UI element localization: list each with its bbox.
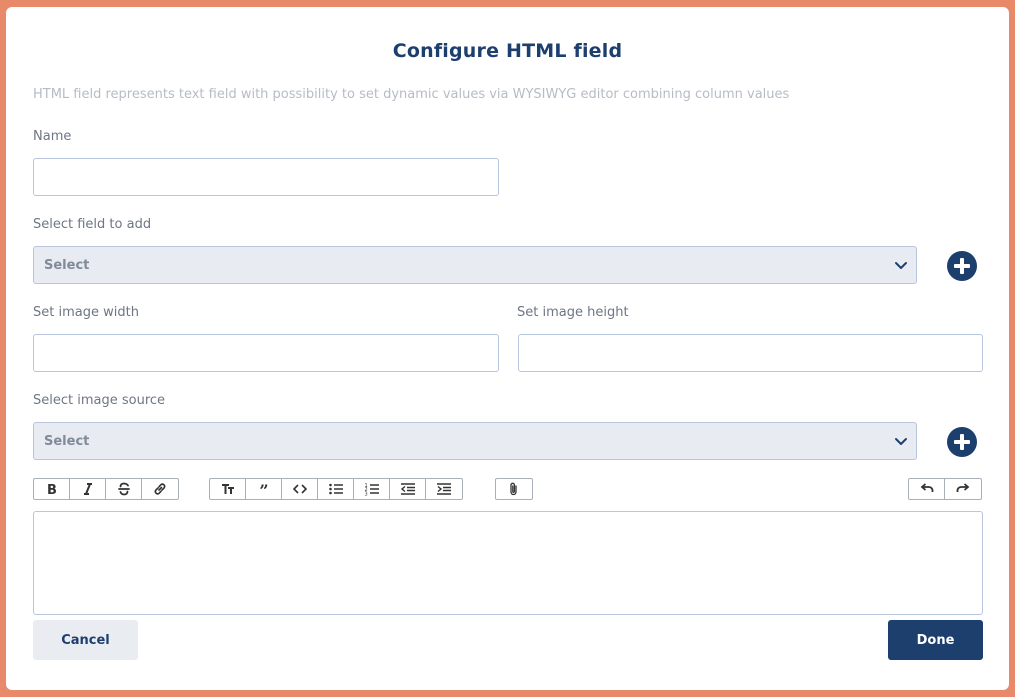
svg-text:”: ” [259,481,268,497]
image-width-input[interactable] [33,334,499,372]
outdent-button[interactable] [390,479,426,499]
attachment-toolbar-group [495,478,533,500]
outdent-icon [400,483,415,495]
select-field-value: Select [44,258,90,273]
indent-button[interactable] [426,479,462,499]
image-source-dropdown[interactable]: Select [33,422,917,460]
name-label: Name [33,129,72,144]
chevron-down-icon [895,262,907,269]
numbered-list-button[interactable]: 1 2 3 [354,479,390,499]
block-toolbar-group: ” 1 2 3 [209,478,463,500]
done-button[interactable]: Done [888,620,983,660]
bold-button[interactable]: B [34,479,70,499]
dialog-description: HTML field represents text field with po… [33,87,790,102]
strikethrough-button[interactable] [106,479,142,499]
svg-text:3: 3 [364,492,367,498]
quote-button[interactable]: ” [246,479,282,499]
text-size-icon [221,484,234,494]
image-source-label: Select image source [33,393,166,408]
html-editor-area[interactable] [33,511,983,615]
chevron-down-icon [895,438,907,445]
attachment-icon [510,482,517,496]
history-toolbar-group [908,478,982,500]
redo-icon [956,483,970,492]
configure-html-field-dialog: Configure HTML field HTML field represen… [6,7,1009,690]
image-height-input[interactable] [518,334,983,372]
select-field-dropdown[interactable]: Select [33,246,917,284]
redo-button[interactable] [945,479,981,499]
numbered-list-icon: 1 2 3 [364,483,379,498]
image-width-label: Set image width [33,305,139,320]
svg-text:B: B [47,483,57,497]
strikethrough-icon [117,482,130,496]
bullet-list-button[interactable] [318,479,354,499]
attach-file-button[interactable] [496,479,532,499]
image-height-label: Set image height [517,305,629,320]
cancel-button[interactable]: Cancel [33,620,138,660]
image-source-value: Select [44,434,90,449]
undo-icon [920,483,933,492]
heading-button[interactable] [210,479,246,499]
code-icon [292,484,307,494]
code-button[interactable] [282,479,318,499]
italic-icon [83,483,92,495]
indent-icon [437,483,451,495]
bullet-list-icon [328,483,343,495]
undo-button[interactable] [909,479,945,499]
dialog-title: Configure HTML field [392,40,623,62]
name-input[interactable] [33,158,499,196]
add-image-source-plus-icon[interactable] [946,426,978,458]
add-field-plus-icon[interactable] [946,250,978,282]
select-field-label: Select field to add [33,217,152,232]
link-icon [154,483,166,495]
italic-button[interactable] [70,479,106,499]
quote-icon: ” [259,481,268,497]
format-toolbar-group: B [33,478,179,500]
link-button[interactable] [142,479,178,499]
bold-icon: B [47,483,57,497]
